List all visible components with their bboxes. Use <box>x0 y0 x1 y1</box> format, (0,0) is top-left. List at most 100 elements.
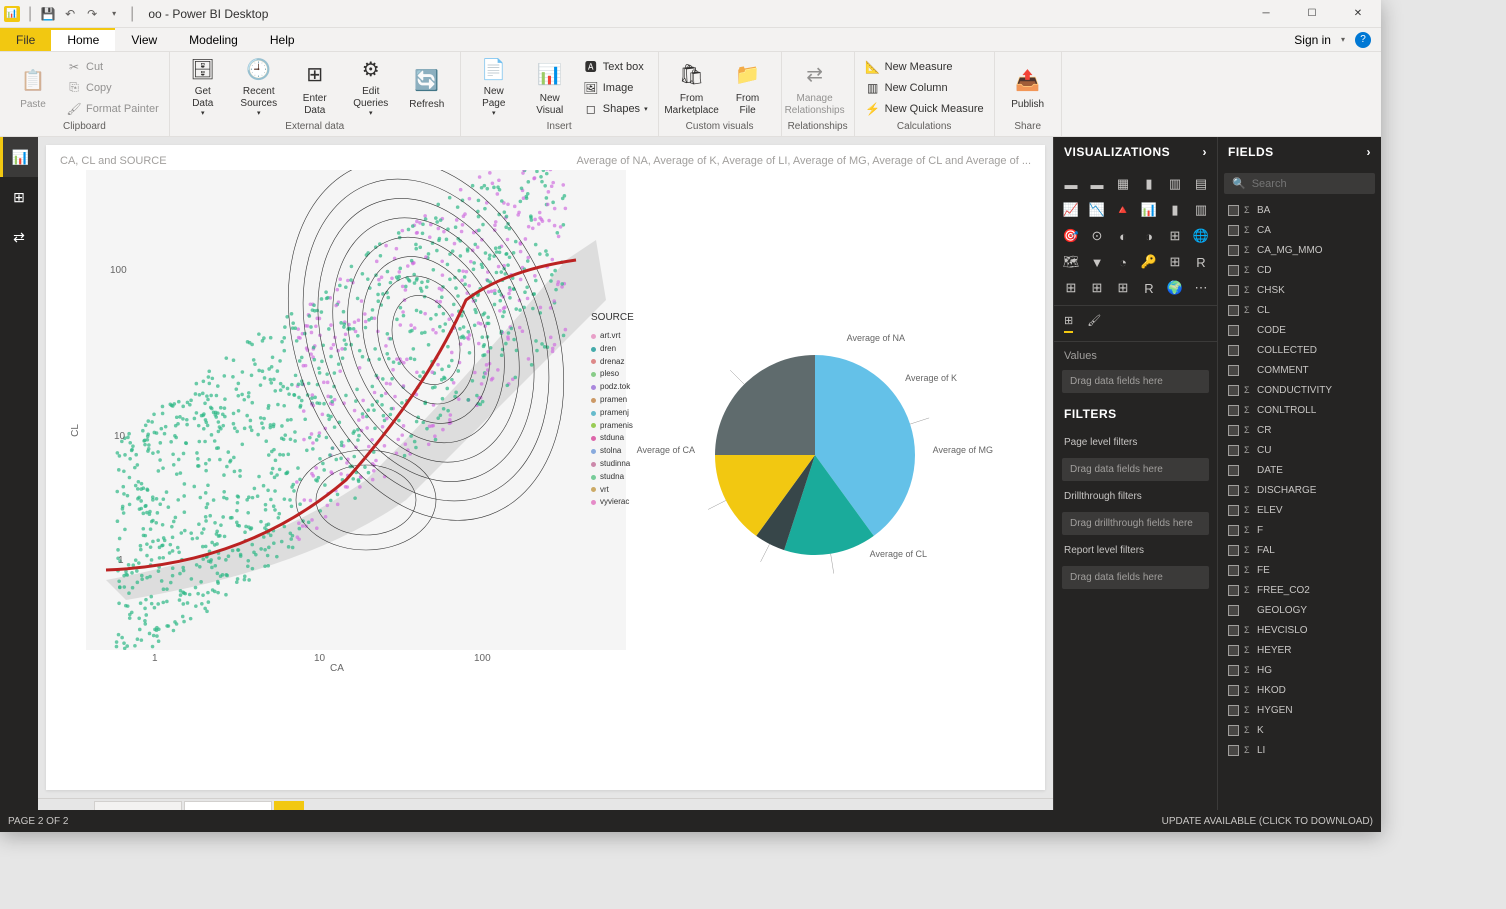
viz-type-21[interactable]: 🔑 <box>1138 251 1160 273</box>
field-ca_mg_mmo[interactable]: ΣCA_MG_MMO <box>1218 240 1381 260</box>
viz-type-23[interactable]: R <box>1190 251 1212 273</box>
fields-search[interactable]: 🔍 <box>1224 173 1375 194</box>
chevron-down-icon[interactable]: ▾ <box>1341 35 1345 44</box>
field-cd[interactable]: ΣCD <box>1218 260 1381 280</box>
field-chsk[interactable]: ΣCHSK <box>1218 280 1381 300</box>
field-discharge[interactable]: ΣDISCHARGE <box>1218 480 1381 500</box>
viz-type-9[interactable]: 📊 <box>1138 199 1160 221</box>
tab-home[interactable]: Home <box>51 28 115 51</box>
viz-type-26[interactable]: ⊞ <box>1112 277 1134 299</box>
viz-type-25[interactable]: ⊞ <box>1086 277 1108 299</box>
chevron-right-icon[interactable]: › <box>1203 145 1208 159</box>
field-elev[interactable]: ΣELEV <box>1218 500 1381 520</box>
viz-type-16[interactable]: ⊞ <box>1164 225 1186 247</box>
field-li[interactable]: ΣLI <box>1218 740 1381 760</box>
viz-type-12[interactable]: 🎯 <box>1060 225 1082 247</box>
report-canvas[interactable]: CA, CL and SOURCE Average of NA, Average… <box>46 145 1045 790</box>
tab-file[interactable]: File <box>0 28 51 51</box>
report-view-icon[interactable]: 📊 <box>0 137 38 177</box>
field-k[interactable]: ΣK <box>1218 720 1381 740</box>
viz-type-15[interactable]: ◑ <box>1138 225 1160 247</box>
viz-type-27[interactable]: R <box>1138 277 1160 299</box>
field-comment[interactable]: COMMENT <box>1218 360 1381 380</box>
field-conltroll[interactable]: ΣCONLTROLL <box>1218 400 1381 420</box>
field-heyer[interactable]: ΣHEYER <box>1218 640 1381 660</box>
viz-type-24[interactable]: ⊞ <box>1060 277 1082 299</box>
page-filters-drop[interactable]: Drag data fields here <box>1062 458 1209 481</box>
field-collected[interactable]: COLLECTED <box>1218 340 1381 360</box>
drill-drop[interactable]: Drag drillthrough fields here <box>1062 512 1209 535</box>
viz-type-0[interactable]: ▬ <box>1060 173 1082 195</box>
from-file-button[interactable]: 📁From File <box>721 55 775 121</box>
undo-icon[interactable]: ↶ <box>60 4 80 24</box>
model-view-icon[interactable]: ⇄ <box>0 217 38 257</box>
publish-button[interactable]: 📤Publish <box>1001 55 1055 121</box>
field-f[interactable]: ΣF <box>1218 520 1381 540</box>
enter-data-button[interactable]: ⊞Enter Data <box>288 55 342 121</box>
save-icon[interactable]: 💾 <box>38 4 58 24</box>
tab-help[interactable]: Help <box>254 28 311 51</box>
tab-view[interactable]: View <box>115 28 173 51</box>
new-measure-button[interactable]: 📐New Measure <box>861 57 988 77</box>
field-fe[interactable]: ΣFE <box>1218 560 1381 580</box>
field-ba[interactable]: ΣBA <box>1218 200 1381 220</box>
viz-type-18[interactable]: 🗺 <box>1060 251 1082 273</box>
viz-type-1[interactable]: ▬ <box>1086 173 1108 195</box>
viz-type-8[interactable]: 🔺 <box>1112 199 1134 221</box>
field-geology[interactable]: GEOLOGY <box>1218 600 1381 620</box>
data-view-icon[interactable]: ⊞ <box>0 177 38 217</box>
viz-type-10[interactable]: ▮ <box>1164 199 1186 221</box>
field-date[interactable]: DATE <box>1218 460 1381 480</box>
minimize-button[interactable]: ─ <box>1243 0 1289 28</box>
field-code[interactable]: CODE <box>1218 320 1381 340</box>
tab-modeling[interactable]: Modeling <box>173 28 254 51</box>
viz-type-13[interactable]: ⊙ <box>1086 225 1108 247</box>
shapes-button[interactable]: ◻Shapes▾ <box>579 99 652 119</box>
field-ca[interactable]: ΣCA <box>1218 220 1381 240</box>
viz-type-19[interactable]: ▼ <box>1086 251 1108 273</box>
field-hygen[interactable]: ΣHYGEN <box>1218 700 1381 720</box>
search-input[interactable] <box>1252 178 1352 190</box>
fields-tab-icon[interactable]: ⊞ <box>1064 314 1073 333</box>
viz-type-29[interactable]: ⋯ <box>1190 277 1212 299</box>
viz-type-5[interactable]: ▤ <box>1190 173 1212 195</box>
viz-type-2[interactable]: ▦ <box>1112 173 1134 195</box>
viz-type-20[interactable]: ◔ <box>1112 251 1134 273</box>
field-hevcislo[interactable]: ΣHEVCISLO <box>1218 620 1381 640</box>
field-conductivity[interactable]: ΣCONDUCTIVITY <box>1218 380 1381 400</box>
viz-type-7[interactable]: 📉 <box>1086 199 1108 221</box>
chevron-right-icon[interactable]: › <box>1367 145 1372 159</box>
redo-icon[interactable]: ↷ <box>82 4 102 24</box>
new-page-button[interactable]: 📄New Page▾ <box>467 55 521 121</box>
from-marketplace-button[interactable]: 🛍From Marketplace <box>665 55 719 121</box>
viz-type-4[interactable]: ▥ <box>1164 173 1186 195</box>
field-cu[interactable]: ΣCU <box>1218 440 1381 460</box>
scatter-plot[interactable] <box>86 170 626 650</box>
values-drop-zone[interactable]: Drag data fields here <box>1062 370 1209 393</box>
viz-type-6[interactable]: 📈 <box>1060 199 1082 221</box>
text-box-button[interactable]: 🅰Text box <box>579 57 652 77</box>
field-cr[interactable]: ΣCR <box>1218 420 1381 440</box>
viz-type-22[interactable]: ⊞ <box>1164 251 1186 273</box>
new-quick-measure-button[interactable]: ⚡New Quick Measure <box>861 99 988 119</box>
viz-type-17[interactable]: 🌐 <box>1190 225 1212 247</box>
field-free_co2[interactable]: ΣFREE_CO2 <box>1218 580 1381 600</box>
maximize-button[interactable]: ☐ <box>1289 0 1335 28</box>
field-hg[interactable]: ΣHG <box>1218 660 1381 680</box>
recent-sources-button[interactable]: 🕘Recent Sources▾ <box>232 55 286 121</box>
report-filters-drop[interactable]: Drag data fields here <box>1062 566 1209 589</box>
format-tab-icon[interactable]: 🖌 <box>1087 314 1101 333</box>
field-cl[interactable]: ΣCL <box>1218 300 1381 320</box>
edit-queries-button[interactable]: ⚙Edit Queries▾ <box>344 55 398 121</box>
refresh-button[interactable]: 🔄Refresh <box>400 55 454 121</box>
help-icon[interactable]: ? <box>1355 32 1371 48</box>
viz-type-28[interactable]: 🌍 <box>1164 277 1186 299</box>
get-data-button[interactable]: 🗄Get Data▾ <box>176 55 230 121</box>
field-fal[interactable]: ΣFAL <box>1218 540 1381 560</box>
viz-type-3[interactable]: ▮ <box>1138 173 1160 195</box>
qat-dropdown-icon[interactable]: ▾ <box>104 4 124 24</box>
update-available-link[interactable]: UPDATE AVAILABLE (CLICK TO DOWNLOAD) <box>1162 816 1373 827</box>
field-hkod[interactable]: ΣHKOD <box>1218 680 1381 700</box>
new-column-button[interactable]: ▥New Column <box>861 78 988 98</box>
viz-type-14[interactable]: ◐ <box>1112 225 1134 247</box>
